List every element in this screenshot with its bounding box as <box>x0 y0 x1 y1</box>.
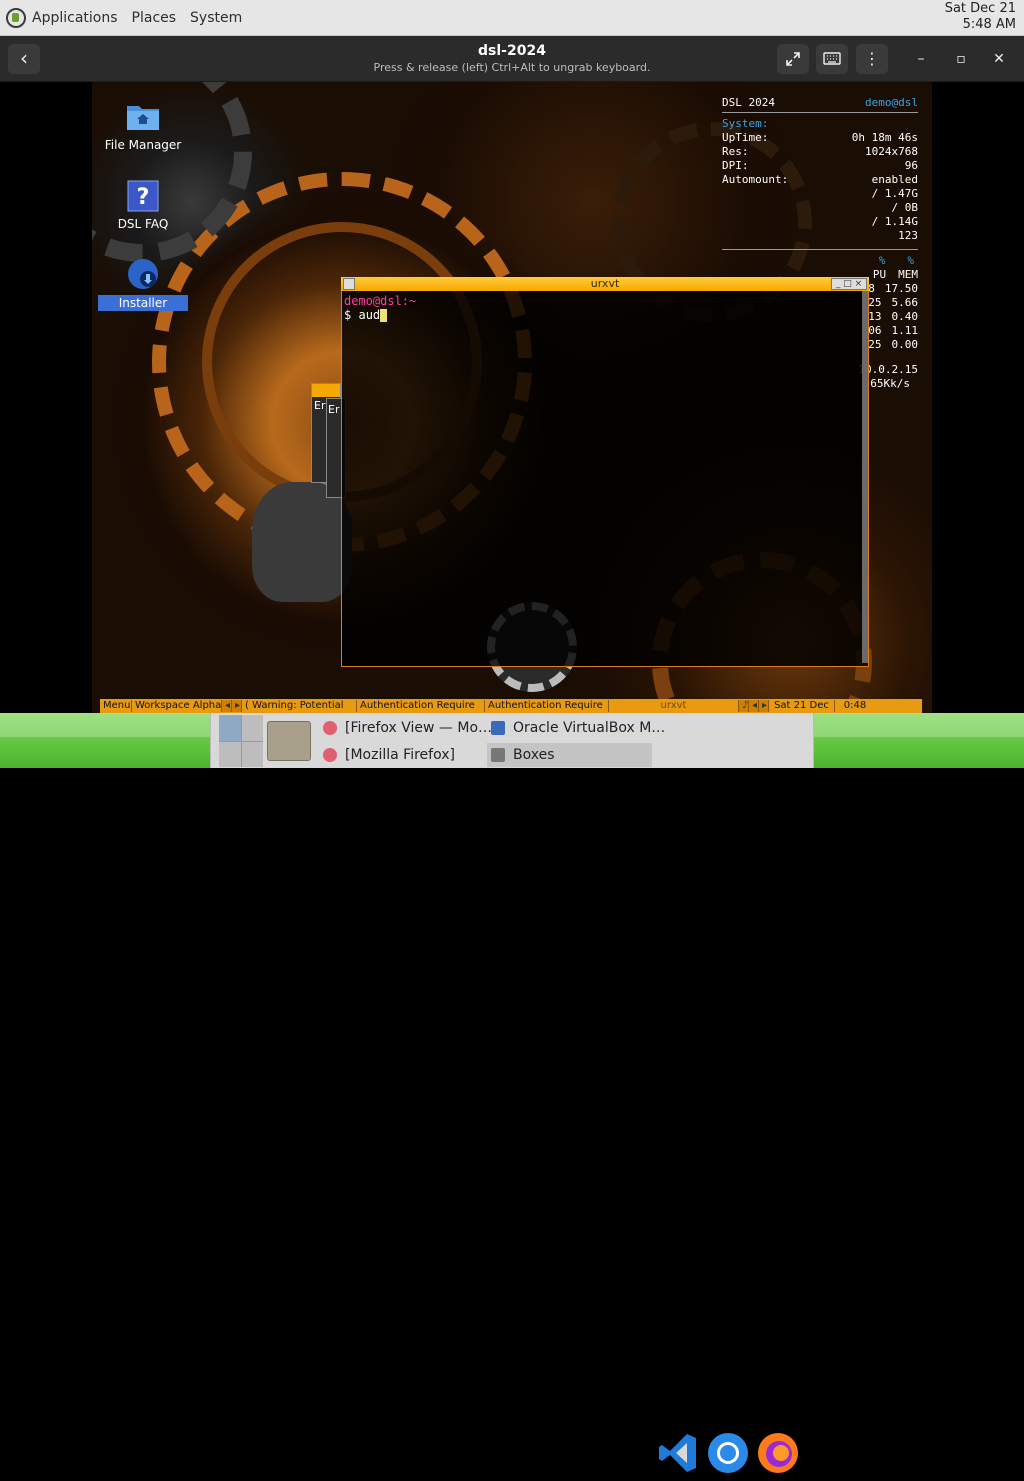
terminal-prompt-user: demo@dsl:~ <box>344 294 417 308</box>
host-top-panel: Applications Places System Sat Dec 21 5:… <box>0 0 1024 36</box>
task-firefox-view[interactable]: [Firefox View — Mo… <box>323 716 492 740</box>
conky-value: enabled <box>871 173 918 186</box>
guest-date[interactable]: Sat 21 Dec <box>769 700 835 712</box>
folder-icon[interactable] <box>267 721 311 761</box>
firefox-small-icon <box>323 748 337 762</box>
conky-proc-mem: 5.66 <box>891 296 919 309</box>
conky-label: DPI: <box>722 159 749 172</box>
conky-title: DSL 2024 <box>722 96 775 109</box>
terminal-scrollbar[interactable] <box>862 291 868 663</box>
desktop-icon-label: DSL FAQ <box>117 217 169 231</box>
desktop-icon-label: Installer <box>98 295 188 311</box>
workspace-switcher[interactable] <box>219 715 263 767</box>
menu-places[interactable]: Places <box>132 10 177 26</box>
task-mozilla-firefox[interactable]: [Mozilla Firefox] <box>323 743 455 767</box>
conky-label: UpTime: <box>722 131 769 144</box>
conky-user: demo@dsl <box>865 96 918 109</box>
host-bottom-panel: [Firefox View — Mo… [Mozilla Firefox] Or… <box>0 713 1024 1473</box>
conky-value: / 1.47G <box>871 187 918 200</box>
terminal-body[interactable]: demo@dsl:~ $ aud <box>341 291 869 667</box>
virtualbox-icon <box>491 721 505 735</box>
desktop-icon-file-manager[interactable]: File Manager <box>98 100 188 152</box>
conky-net-speed: .65Kk/s <box>863 377 910 390</box>
conky-value: / 1.14G <box>871 215 918 228</box>
firefox-small-icon <box>323 721 337 735</box>
vm-display[interactable]: File Manager ? DSL FAQ Installer DSL 202… <box>0 82 1024 713</box>
conky-proc-pct1: % <box>878 254 886 267</box>
boxes-header-bar: ‹ dsl-2024 Press & release (left) Ctrl+A… <box>0 36 1024 82</box>
terminal-prompt-symbol: $ <box>344 308 352 322</box>
task-virtualbox[interactable]: Oracle VirtualBox M… <box>491 716 665 740</box>
terminal-input[interactable]: aud <box>358 308 380 322</box>
conky-proc-mem: 0.00 <box>891 338 919 351</box>
host-clock-date: Sat Dec 21 <box>944 1 1016 16</box>
task-label: [Mozilla Firefox] <box>345 747 455 763</box>
firefox-icon[interactable] <box>756 1431 800 1475</box>
conky-value: / 0B <box>891 201 919 214</box>
fullscreen-icon[interactable] <box>777 44 809 74</box>
help-icon: ? <box>126 179 160 213</box>
tray-volume-icon[interactable]: ♪ <box>739 700 749 712</box>
task-label: Oracle VirtualBox M… <box>513 720 666 736</box>
conky-proc-cpu-header: PU <box>872 268 887 281</box>
guest-menu-button[interactable]: Menu <box>100 700 132 712</box>
kebab-menu-icon[interactable]: ⋮ <box>856 44 888 74</box>
boxes-icon <box>491 748 505 762</box>
conky-value: 123 <box>898 229 918 242</box>
desktop-icon-label: File Manager <box>104 138 182 152</box>
maximize-icon[interactable]: ▫ <box>951 49 971 69</box>
conky-section: System: <box>722 117 769 130</box>
keyboard-icon[interactable] <box>816 44 848 74</box>
tray-left-icon[interactable]: ◂ <box>749 700 759 712</box>
terminal-cursor <box>380 309 388 322</box>
terminal-titlebar[interactable]: urxvt _ □ × <box>341 277 869 291</box>
next-workspace-icon[interactable]: ▸ <box>232 700 242 712</box>
task-warning[interactable]: ( Warning: Potential <box>242 700 357 712</box>
conky-label: Automount: <box>722 173 789 186</box>
conky-proc-pct2: % <box>907 254 914 267</box>
prev-workspace-icon[interactable]: ◂ <box>222 700 232 712</box>
host-clock-time: 5:48 AM <box>962 17 1016 32</box>
task-auth-2[interactable]: Authentication Require <box>485 700 609 712</box>
background-window-titlebar[interactable] <box>312 384 340 397</box>
mascot-figure <box>252 482 352 602</box>
task-boxes[interactable]: Boxes <box>487 743 652 767</box>
tray-right-icon[interactable]: ▸ <box>759 700 769 712</box>
folder-home-icon <box>126 100 160 134</box>
task-urxvt[interactable]: urxvt <box>609 700 739 712</box>
minimize-icon[interactable]: – <box>911 49 931 69</box>
conky-proc-mem: 1.11 <box>891 324 919 337</box>
task-label: Boxes <box>513 747 555 763</box>
launcher-icons <box>656 1426 806 1481</box>
menu-applications[interactable]: Applications <box>32 10 118 26</box>
conky-value: 1024x768 <box>865 145 918 158</box>
mate-logo-icon[interactable] <box>6 7 26 28</box>
window-menu-icon[interactable] <box>343 278 355 290</box>
desktop-icon-dsl-faq[interactable]: ? DSL FAQ <box>98 179 188 231</box>
conky-proc-mem: 0.40 <box>891 310 919 323</box>
conky-label: Res: <box>722 145 749 158</box>
guest-taskbar: Menu Workspace Alpha ◂ ▸ ( Warning: Pote… <box>100 699 922 713</box>
host-clock[interactable]: Sat Dec 21 5:48 AM <box>945 1 1016 33</box>
guest-time[interactable]: 0:48 <box>835 700 875 712</box>
window-buttons[interactable]: _ □ × <box>831 278 867 290</box>
installer-icon <box>126 257 160 291</box>
workspace-label[interactable]: Workspace Alpha <box>132 700 222 712</box>
terminal-title: urxvt <box>590 277 620 290</box>
host-task-list: [Firefox View — Mo… [Mozilla Firefox] Or… <box>210 713 814 768</box>
conky-proc-mem-header: MEM <box>898 268 918 281</box>
conky-proc-mem: 17.50 <box>884 282 918 295</box>
conky-value: 0h 18m 46s <box>851 131 918 144</box>
close-icon[interactable]: ✕ <box>989 49 1009 69</box>
desktop-icon-installer[interactable]: Installer <box>98 257 188 311</box>
task-auth-1[interactable]: Authentication Require <box>357 700 485 712</box>
menu-system[interactable]: System <box>190 10 242 26</box>
vscode-icon[interactable] <box>656 1431 700 1475</box>
svg-text:?: ? <box>137 185 150 210</box>
conky-value: 96 <box>904 159 918 172</box>
task-label: [Firefox View — Mo… <box>345 720 493 736</box>
chromium-icon[interactable] <box>706 1431 750 1475</box>
